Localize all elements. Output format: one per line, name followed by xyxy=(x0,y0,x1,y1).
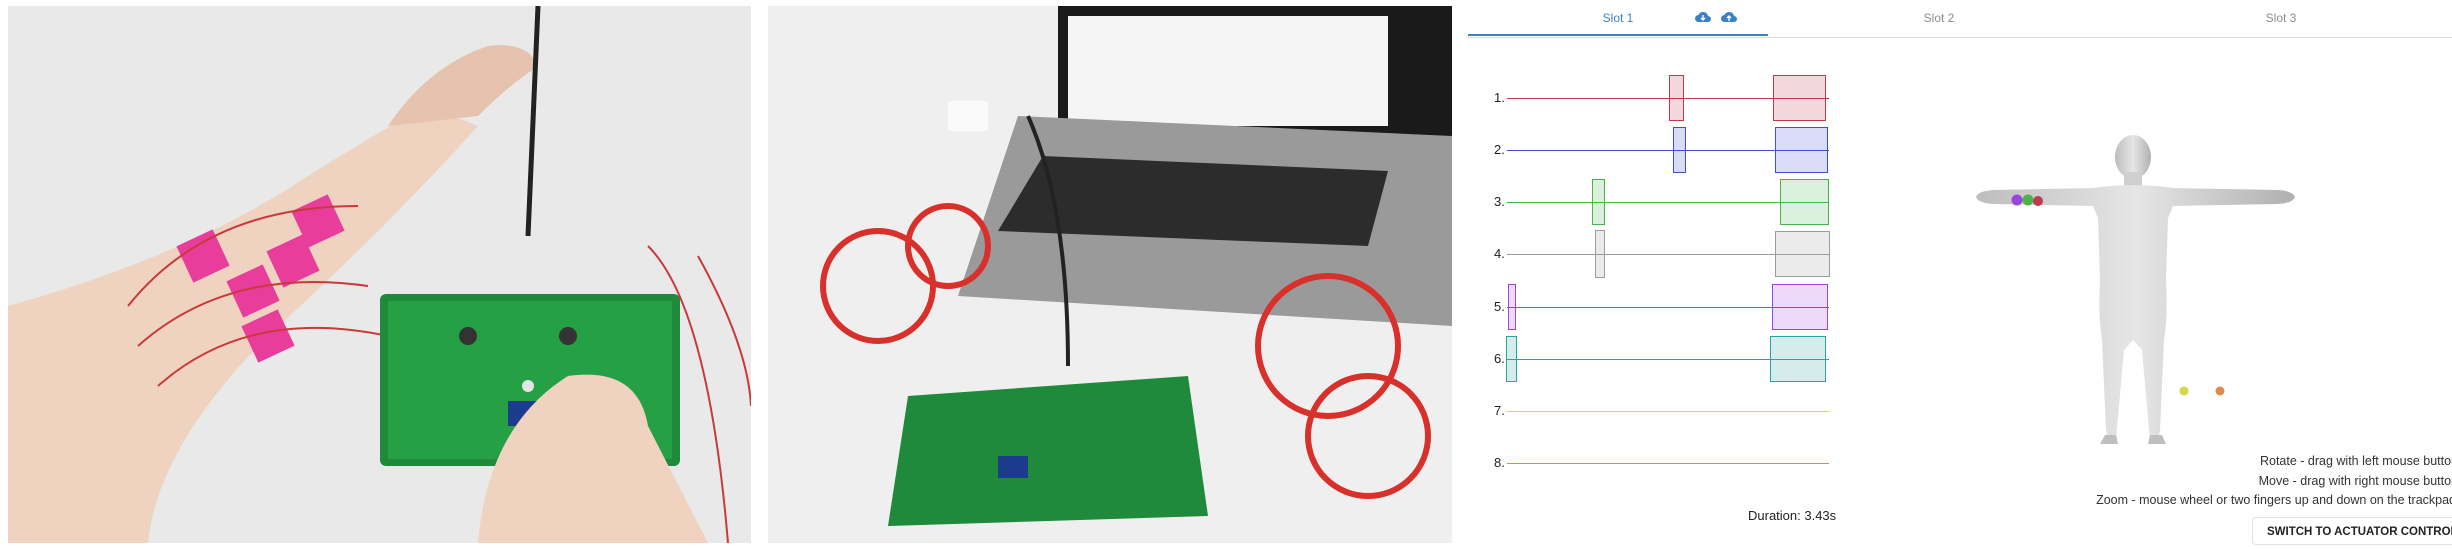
active-tab-indicator xyxy=(1468,34,1768,36)
pulse-block-3-2[interactable] xyxy=(1780,179,1829,225)
actuator-timeline: 1. 2. 3. 4. 5. 6. 7. 8. xyxy=(1468,40,1868,540)
track-label-8: 8. xyxy=(1494,455,1505,470)
pulse-block-5-2[interactable] xyxy=(1772,284,1828,330)
help-zoom: Zoom - mouse wheel or two fingers up and… xyxy=(2096,493,2452,507)
cloud-upload-icon[interactable] xyxy=(1720,10,1738,24)
track-label-3: 3. xyxy=(1494,194,1505,209)
pulse-block-4-1[interactable] xyxy=(1595,230,1605,278)
track-label-6: 6. xyxy=(1494,351,1505,366)
pulse-block-6-1[interactable] xyxy=(1506,336,1517,382)
pulse-block-1-2[interactable] xyxy=(1773,75,1826,121)
track-label-7: 7. xyxy=(1494,403,1505,418)
pulse-block-6-2[interactable] xyxy=(1770,336,1826,382)
haptic-editor-app: Slot 1 Slot 2 Slot 3 1. 2. 3. 4. 5. 6. 7. 8. Du… xyxy=(1468,0,2452,549)
switch-to-actuator-control-button[interactable]: SWITCH TO ACTUATOR CONTROL xyxy=(2252,517,2452,545)
pulse-block-4-2[interactable] xyxy=(1775,231,1830,277)
track-label-1: 1. xyxy=(1494,90,1505,105)
pulse-block-1-1[interactable] xyxy=(1669,75,1684,121)
slot-tab-bar: Slot 1 Slot 2 Slot 3 xyxy=(1468,0,2452,38)
photo-arm-controller xyxy=(8,6,751,543)
track-line-7[interactable] xyxy=(1507,411,1829,412)
cloud-download-icon[interactable] xyxy=(1694,10,1712,24)
pulse-block-2-1[interactable] xyxy=(1673,127,1686,173)
photo-laptop-setup xyxy=(768,6,1452,543)
human-body-model[interactable] xyxy=(1868,40,2452,549)
pulse-block-5-1[interactable] xyxy=(1508,284,1516,330)
track-label-4: 4. xyxy=(1494,246,1505,261)
duration-label: Duration: 3.43s xyxy=(1748,508,1837,523)
tab-slot-2[interactable]: Slot 2 xyxy=(1768,0,2110,36)
track-label-2: 2. xyxy=(1494,142,1505,157)
pulse-block-3-1[interactable] xyxy=(1592,179,1605,225)
tab-slot-3[interactable]: Slot 3 xyxy=(2110,0,2452,36)
track-line-8[interactable] xyxy=(1507,463,1829,464)
track-label-5: 5. xyxy=(1494,299,1505,314)
pulse-block-2-2[interactable] xyxy=(1775,127,1828,173)
help-rotate: Rotate - drag with left mouse button xyxy=(2259,454,2452,468)
help-move: Move - drag with right mouse button xyxy=(2258,474,2452,488)
body-3d-viewer[interactable]: Rotate - drag with left mouse button Mov… xyxy=(1868,40,2452,549)
